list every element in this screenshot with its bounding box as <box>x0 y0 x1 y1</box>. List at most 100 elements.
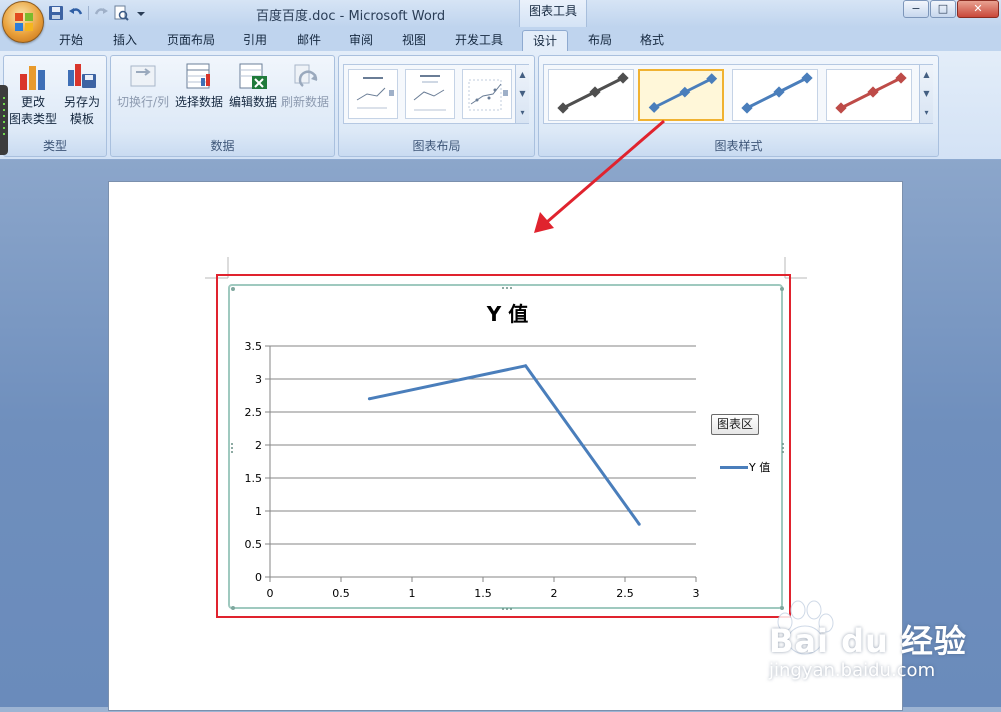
group-chart-styles-label: 图表样式 <box>714 139 763 153</box>
x-tick-label: 1 <box>409 587 416 600</box>
data-point <box>637 522 641 526</box>
style-marker <box>895 72 907 84</box>
style-marker <box>557 102 569 114</box>
resize-handle <box>231 606 235 610</box>
x-tick-label: 2 <box>551 587 558 600</box>
tab-format[interactable]: 格式 <box>629 30 675 52</box>
style-marker <box>706 73 718 85</box>
chart-layout-option-2[interactable] <box>405 69 455 119</box>
resize-handle <box>506 608 508 610</box>
chart-plot: 0 0.5 1 1.5 2 2.5 3 3.5 0 0.5 1 1.5 2 2.5 3 <box>231 287 784 610</box>
save-template-icon <box>68 64 96 88</box>
toolbar-divider <box>88 6 89 20</box>
chart-layout-option-3[interactable] <box>462 69 512 119</box>
ribbon: 更改 图表类型 另存为 模板 类型 切换行/列 选择数据 编辑数据 刷新数据 数… <box>0 51 1001 160</box>
chart-highlight-frame: 0 0.5 1 1.5 2 2.5 3 3.5 0 0.5 1 1.5 2 2.5 3 Y 值 图表区 Y … <box>216 274 791 618</box>
redo-icon[interactable] <box>93 5 109 21</box>
group-data-label: 数据 <box>210 139 235 153</box>
layout-2-icon <box>413 75 446 111</box>
style-gallery-scroll[interactable]: ▲ ▼ ▾ <box>919 65 933 123</box>
refresh-data-button[interactable]: 刷新数据 <box>279 60 331 132</box>
gallery-more-icon[interactable]: ▾ <box>516 103 529 122</box>
close-button[interactable]: ✕ <box>957 0 999 18</box>
chart-type-icon <box>20 66 45 90</box>
tab-mailings[interactable]: 邮件 <box>286 30 332 52</box>
style-marker <box>648 102 660 113</box>
save-as-template-label: 另存为 模板 <box>63 95 100 126</box>
chart-layout-option-1[interactable] <box>348 69 398 119</box>
style-2-icon <box>648 73 718 113</box>
select-data-button[interactable]: 选择数据 <box>173 60 225 132</box>
edit-data-icon <box>239 63 267 89</box>
tab-home[interactable]: 开始 <box>48 30 94 52</box>
scroll-up-icon[interactable]: ▲ <box>920 65 933 84</box>
y-tick-label: 2.5 <box>245 406 263 419</box>
select-data-label: 选择数据 <box>174 95 223 109</box>
chart-style-option-2-selected[interactable] <box>638 69 724 121</box>
y-tick-label: 2 <box>255 439 262 452</box>
tab-references[interactable]: 引用 <box>232 30 278 52</box>
tab-layout[interactable]: 布局 <box>577 30 623 52</box>
tab-developer[interactable]: 开发工具 <box>446 30 512 52</box>
layout-gallery-scroll[interactable]: ▲ ▼ ▾ <box>515 65 529 123</box>
x-tick-label: 3 <box>693 587 700 600</box>
chart-style-option-3[interactable] <box>732 69 818 121</box>
close-icon: ✕ <box>973 2 983 15</box>
tab-review[interactable]: 审阅 <box>338 30 384 52</box>
tab-page-layout[interactable]: 页面布局 <box>158 30 224 52</box>
resize-handle <box>231 443 233 445</box>
scroll-up-icon[interactable]: ▲ <box>516 65 529 84</box>
y-tick-label: 0.5 <box>245 538 263 551</box>
gallery-more-icon[interactable]: ▾ <box>920 103 933 122</box>
side-panel-handle[interactable] <box>0 85 8 155</box>
quick-access-toolbar <box>48 3 168 23</box>
undo-icon[interactable] <box>68 5 84 21</box>
chart-title[interactable]: Y 值 <box>230 298 785 327</box>
scroll-down-icon[interactable]: ▼ <box>920 84 933 103</box>
customize-arrow-icon[interactable] <box>133 5 149 21</box>
legend-line-swatch <box>720 465 748 469</box>
office-button[interactable] <box>2 1 44 43</box>
y-tick-label: 0 <box>255 571 262 584</box>
scroll-down-icon[interactable]: ▼ <box>516 84 529 103</box>
resize-handle <box>231 451 233 453</box>
save-icon[interactable] <box>48 5 64 21</box>
resize-handle <box>231 287 235 291</box>
change-chart-type-button[interactable]: 更改 图表类型 <box>8 60 58 132</box>
ribbon-tab-strip: 开始 插入 页面布局 引用 邮件 审阅 视图 开发工具 设计 布局 格式 <box>0 27 1001 52</box>
window-title: 百度百度.doc - Microsoft Word <box>256 9 446 24</box>
y-tick-label: 1 <box>255 505 262 518</box>
switch-row-column-label: 切换行/列 <box>116 95 170 109</box>
refresh-data-icon <box>294 64 318 87</box>
select-data-icon <box>186 63 210 89</box>
edit-data-label: 编辑数据 <box>228 95 277 109</box>
tab-insert[interactable]: 插入 <box>102 30 148 52</box>
watermark-brand: Bai du 经验 <box>769 622 967 660</box>
chart-area[interactable]: 0 0.5 1 1.5 2 2.5 3 3.5 0 0.5 1 1.5 2 2.5 3 Y 值 图表区 Y … <box>228 284 785 610</box>
chart-legend[interactable]: Y 值 <box>720 459 770 475</box>
tab-design[interactable]: 设计 <box>522 30 568 52</box>
baidu-jingyan-watermark: Bai du 经验 jingyan.baidu.com <box>765 596 1001 707</box>
style-marker <box>801 72 813 84</box>
resize-handle <box>510 608 512 610</box>
group-type-label: 类型 <box>42 139 67 153</box>
print-preview-icon[interactable] <box>113 5 129 21</box>
chart-style-option-4[interactable] <box>826 69 912 121</box>
layout-1-icon <box>356 77 394 109</box>
resize-handle <box>782 447 784 449</box>
maximize-button[interactable]: □ <box>930 0 956 18</box>
tab-view[interactable]: 视图 <box>391 30 437 52</box>
edit-data-button[interactable]: 编辑数据 <box>227 60 279 132</box>
save-as-template-button[interactable]: 另存为 模板 <box>59 60 105 132</box>
style-4-icon <box>835 72 907 114</box>
chart-style-option-1[interactable] <box>548 69 634 121</box>
legend-series-label: Y 值 <box>749 461 771 474</box>
refresh-data-label: 刷新数据 <box>280 95 329 109</box>
minimize-button[interactable]: − <box>903 0 929 18</box>
switch-row-column-button[interactable]: 切换行/列 <box>115 60 171 132</box>
resize-handle <box>502 287 504 289</box>
style-marker <box>835 102 847 114</box>
chart-style-gallery: ▲ ▼ ▾ <box>543 64 933 124</box>
y-tick-label: 3 <box>255 373 262 386</box>
style-marker <box>773 86 785 98</box>
